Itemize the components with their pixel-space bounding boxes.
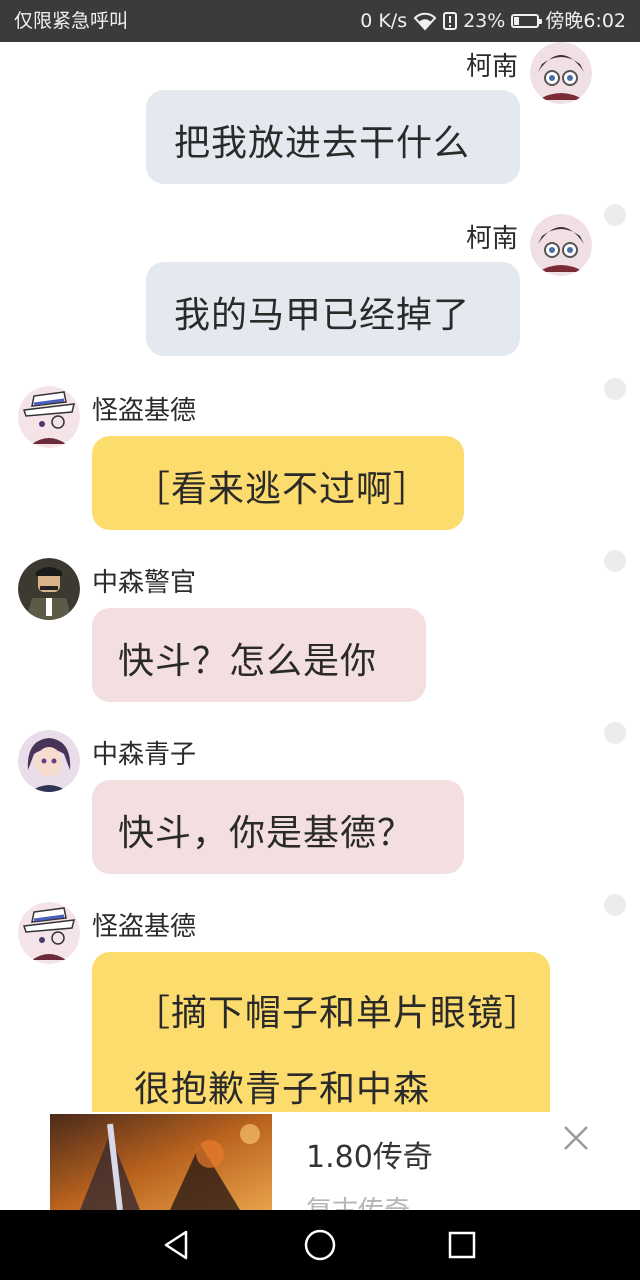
conan-avatar-icon[interactable]: [530, 42, 592, 104]
aoko-avatar-icon[interactable]: [18, 730, 80, 792]
close-icon[interactable]: [560, 1122, 592, 1154]
message-bubble[interactable]: ［看来逃不过啊］: [92, 436, 464, 530]
ad-banner[interactable]: 1.80传奇 复古传奇: [0, 1112, 640, 1210]
ad-title[interactable]: 1.80传奇: [306, 1132, 433, 1176]
status-dot: [604, 378, 626, 400]
navigation-bar: [0, 1210, 640, 1280]
sender-name: 怪盗基德: [92, 396, 197, 426]
home-circle-icon[interactable]: [301, 1226, 339, 1264]
game-banner-image[interactable]: [50, 1114, 272, 1210]
chat-screen: 仅限紧急呼叫 0 K/s 23% 傍晚6:02 柯南 把我放进去干什么 柯南 我…: [0, 0, 640, 1280]
status-icons: 0 K/s 23% 傍晚6:02: [360, 0, 626, 42]
kid-avatar-icon[interactable]: [18, 386, 80, 448]
message-bubble[interactable]: 快斗？怎么是你: [92, 608, 426, 702]
battery-fill: [514, 17, 520, 25]
sender-name: 中森青子: [92, 740, 197, 770]
message-bubble[interactable]: 我的马甲已经掉了: [146, 262, 520, 356]
recents-square-icon[interactable]: [443, 1226, 481, 1264]
status-dot: [604, 550, 626, 572]
kid-avatar-icon[interactable]: [18, 902, 80, 964]
status-dot: [604, 894, 626, 916]
battery-percent: 23%: [463, 10, 506, 32]
network-speed: 0 K/s: [360, 10, 408, 32]
status-dot: [604, 204, 626, 226]
ad-subtitle[interactable]: 复古传奇: [306, 1190, 410, 1210]
chat-list[interactable]: 柯南 把我放进去干什么 柯南 我的马甲已经掉了 怪盗基德 ［看来逃不过啊］ 中森…: [0, 42, 640, 1210]
sender-name: 怪盗基德: [92, 912, 197, 942]
message-bubble[interactable]: 快斗，你是基德？: [92, 780, 464, 874]
alert-icon: [443, 11, 458, 31]
back-triangle-icon[interactable]: [158, 1226, 196, 1264]
nakamori-avatar-icon[interactable]: [18, 558, 80, 620]
battery-icon: [511, 14, 543, 28]
clock: 傍晚6:02: [545, 10, 626, 32]
sender-name: 柯南: [465, 224, 518, 254]
status-dot: [604, 722, 626, 744]
carrier-status-text: 仅限紧急呼叫: [14, 10, 129, 32]
wifi-icon: [413, 11, 437, 31]
conan-avatar-icon[interactable]: [530, 214, 592, 276]
status-bar: 仅限紧急呼叫 0 K/s 23% 傍晚6:02: [0, 0, 640, 42]
sender-name: 中森警官: [92, 568, 197, 598]
message-bubble[interactable]: 把我放进去干什么: [146, 90, 520, 184]
sender-name: 柯南: [465, 52, 518, 82]
